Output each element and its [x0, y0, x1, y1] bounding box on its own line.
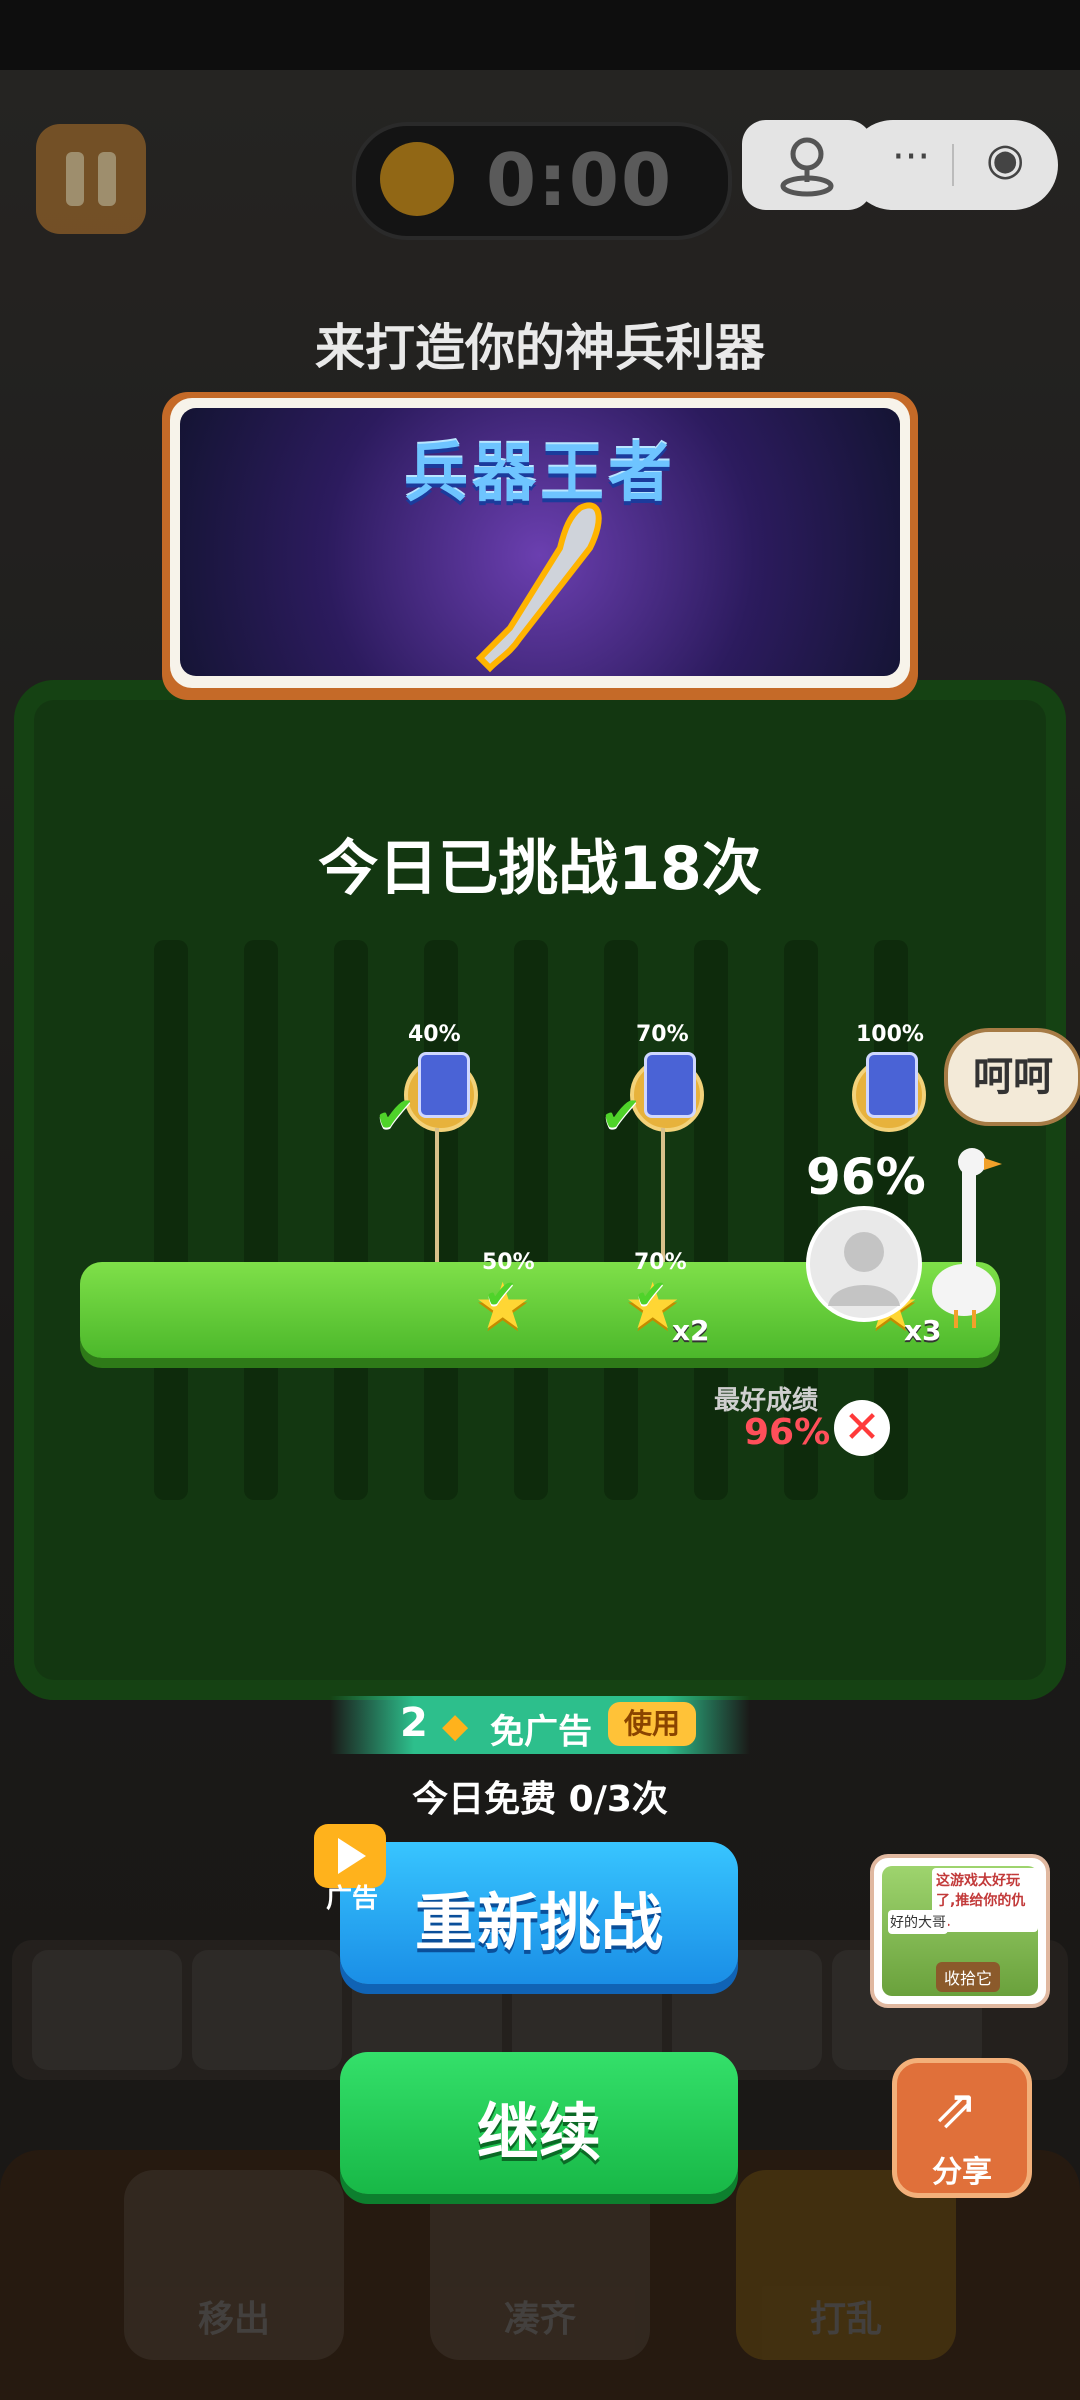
play-icon — [338, 1838, 366, 1874]
ticket-medal-icon — [852, 1052, 926, 1132]
best-score-value: 96% — [744, 1412, 831, 1453]
ad-free-count: 2 — [400, 1700, 428, 1746]
check-icon: ✔ — [374, 1086, 416, 1144]
weapon-banner: 兵器王者 — [162, 392, 918, 700]
multiplier-label: x2 — [672, 1314, 710, 1347]
capsule-divider — [952, 144, 954, 186]
diamond-icon: ◆ — [442, 1706, 469, 1746]
fish-weapon-icon — [475, 502, 602, 673]
share-pick: 收拾它 — [936, 1962, 1001, 1992]
banner-frame: 兵器王者 — [170, 398, 910, 688]
pause-icon — [66, 152, 84, 206]
more-dots-icon[interactable]: ··· — [892, 134, 930, 180]
ad-free-strip: 2 ◆ 免广告 使用 — [330, 1696, 750, 1754]
milestone-pct: 40% — [408, 1022, 461, 1047]
timer-text: 0:00 — [486, 138, 674, 222]
share-preview-image: 这游戏太好玩了,推给你的仇人 好的大哥 收拾它 — [882, 1866, 1038, 1996]
ad-free-text: 免广告 — [490, 1712, 592, 1752]
check-icon: ✔ — [634, 1272, 668, 1318]
user-silhouette-icon — [828, 1232, 900, 1306]
share-arrow-icon: ⇗ — [933, 2077, 979, 2140]
timer-display: 0:00 — [352, 122, 732, 240]
goose-mascot-icon — [932, 1148, 1002, 1328]
ad-label: 广告 — [326, 1884, 379, 1914]
pause-icon — [98, 152, 116, 206]
current-progress: 96% — [806, 1148, 926, 1206]
banner-image: 兵器王者 — [180, 408, 900, 676]
continue-label: 继续 — [476, 2096, 601, 2169]
status-bar — [0, 0, 1080, 70]
use-ad-free-button[interactable]: 使用 — [608, 1702, 696, 1746]
milestone-pct: 100% — [856, 1022, 924, 1047]
pause-button[interactable] — [36, 124, 146, 234]
speech-bubble: 呵呵 — [944, 1028, 1080, 1126]
share-button[interactable]: ⇗ 分享 — [892, 2058, 1032, 2198]
share-preview-card[interactable]: 这游戏太好玩了,推给你的仇人 好的大哥 收拾它 — [870, 1854, 1050, 2008]
ticket-icon — [644, 1052, 696, 1118]
fail-x-icon: ✕ — [834, 1400, 890, 1456]
free-today-count: 今日免费 0/3次 — [412, 1779, 668, 1820]
player-avatar — [806, 1206, 922, 1322]
check-icon: ✔ — [600, 1086, 642, 1144]
alarm-clock-icon — [380, 142, 454, 216]
ticket-icon — [866, 1052, 918, 1118]
milestone-stem — [661, 1128, 665, 1262]
dialog-headline: 来打造你的神兵利器 — [315, 319, 765, 377]
milestone-pct: 70% — [636, 1022, 689, 1047]
check-icon: ✔ — [484, 1272, 518, 1318]
retry-label: 重新挑战 — [414, 1886, 663, 1959]
continue-button[interactable]: 继续 — [340, 2052, 738, 2194]
share-sub: 好的大哥 — [888, 1910, 948, 1934]
mini-program-capsule: ··· ◉ — [848, 120, 1058, 210]
share-label: 分享 — [932, 2155, 992, 2190]
challenge-count: 今日已挑战18次 — [318, 834, 762, 904]
record-circle-icon[interactable]: ◉ — [986, 134, 1024, 185]
retry-button[interactable]: 重新挑战 — [340, 1842, 738, 1984]
milestone-stem — [435, 1128, 439, 1262]
ticket-icon — [418, 1052, 470, 1118]
